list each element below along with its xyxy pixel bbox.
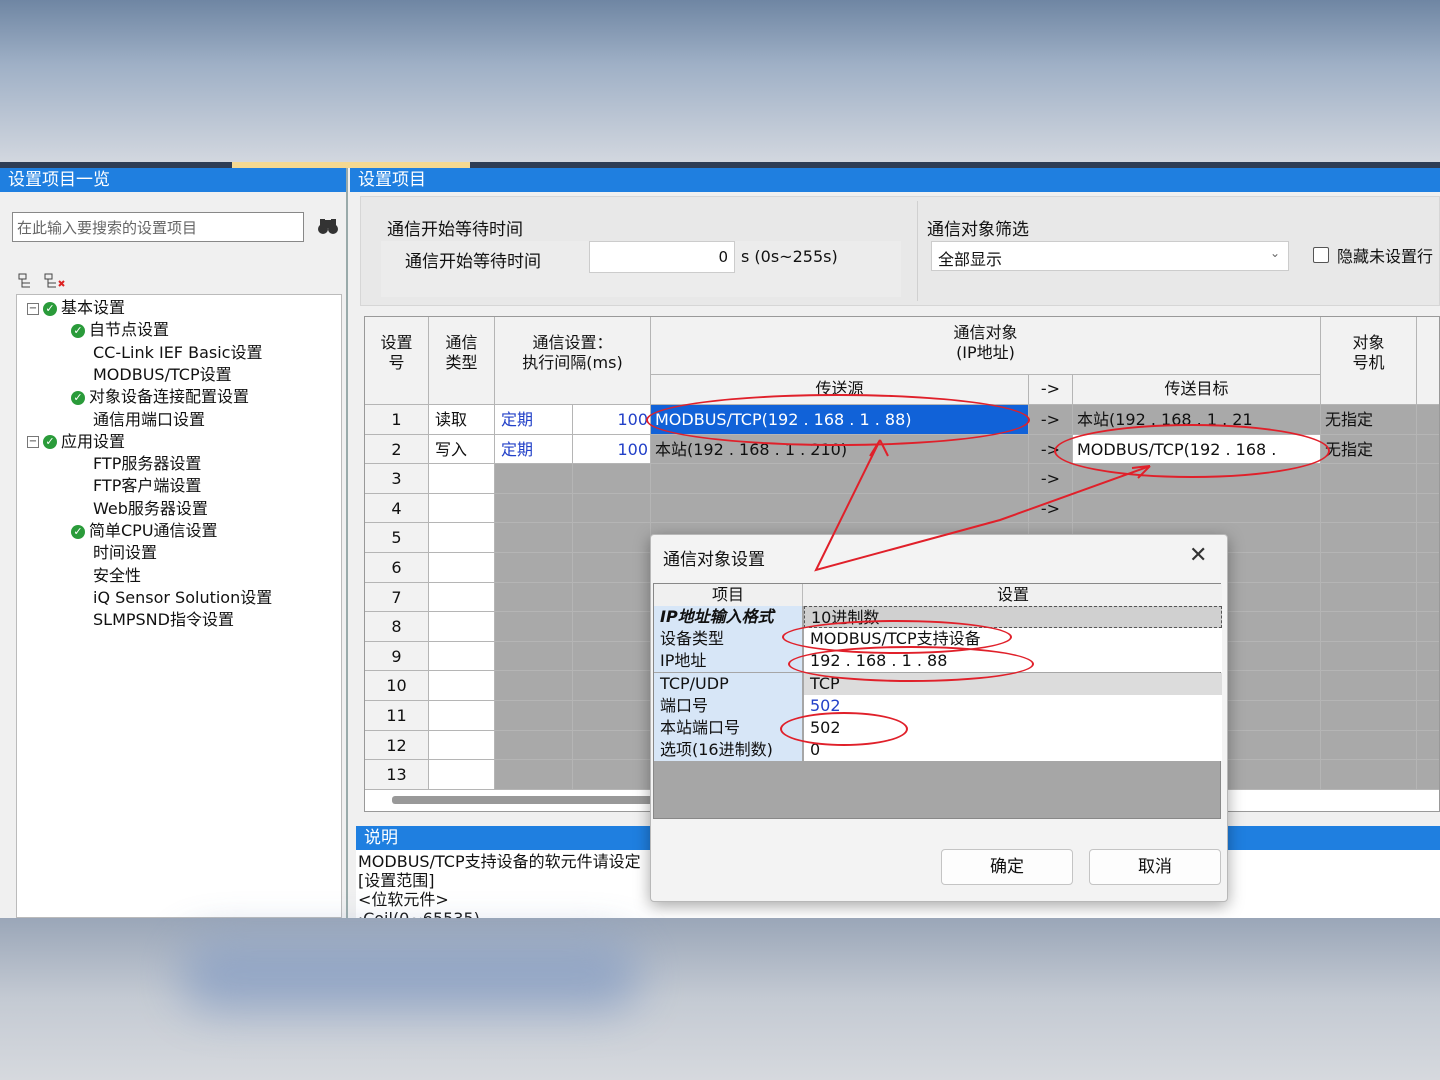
- blurred-background-shape: [180, 940, 640, 1010]
